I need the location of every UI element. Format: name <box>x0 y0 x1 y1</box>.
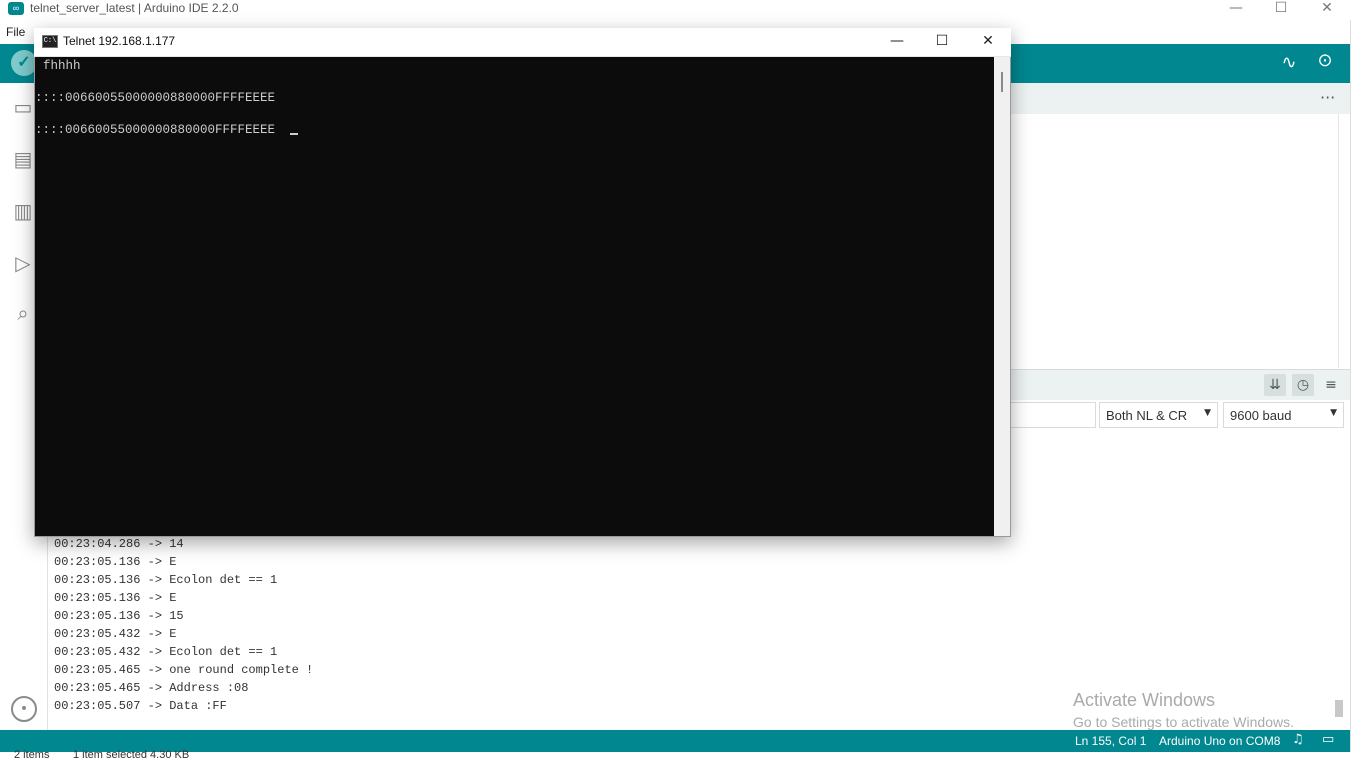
user-icon[interactable]: • <box>11 696 37 722</box>
serial-line: 00:23:05.432 -> Ecolon det == 1 <box>54 645 278 659</box>
library-icon[interactable]: ▥ <box>10 198 36 224</box>
toggle-panel-icon[interactable]: ▭ <box>1322 732 1334 747</box>
maximize-icon[interactable]: ☐ <box>1258 0 1304 20</box>
bell-icon[interactable]: ♫ <box>1292 732 1304 747</box>
line-ending-select[interactable]: Both NL & CR ▼ <box>1099 402 1218 428</box>
console-line: fhhhh <box>43 59 81 73</box>
close-icon[interactable]: ✕ <box>1304 0 1350 20</box>
statusbar <box>0 730 1350 752</box>
serial-line: 00:23:05.136 -> E <box>54 555 177 569</box>
telnet-window-title: Telnet 192.168.1.177 <box>63 34 176 48</box>
ide-window-title: telnet_server_latest | Arduino IDE 2.2.0 <box>30 1 239 15</box>
explorer-item-count: 2 items <box>14 749 50 761</box>
serial-message-input[interactable] <box>1010 402 1096 428</box>
serial-line: 00:23:05.432 -> E <box>54 627 177 641</box>
serial-line: 00:23:04.286 -> 14 <box>54 537 184 551</box>
window-edge <box>1350 20 1366 752</box>
maximize-icon[interactable]: ☐ <box>919 29 965 56</box>
chevron-down-icon: ▼ <box>1204 408 1211 418</box>
more-actions-icon[interactable]: ··· <box>1320 88 1335 107</box>
search-icon[interactable]: ⌕ <box>10 300 36 326</box>
activate-windows-subtitle: Go to Settings to activate Windows. <box>1073 714 1294 730</box>
telnet-scrollbar[interactable] <box>994 57 1010 536</box>
board-port[interactable]: Arduino Uno on COM8 <box>1159 734 1280 748</box>
folder-icon[interactable]: ▭ <box>10 94 36 120</box>
serial-line: 00:23:05.507 -> Data :FF <box>54 699 227 713</box>
serial-line: 00:23:05.136 -> 15 <box>54 609 184 623</box>
console-line: ::::00660055000000880000FFFFEEEE <box>35 123 276 137</box>
console-line: ::::00660055000000880000FFFFEEEE <box>35 91 276 105</box>
close-icon[interactable]: ✕ <box>965 29 1011 56</box>
serial-line: 00:23:05.465 -> Address :08 <box>54 681 249 695</box>
debug-icon[interactable]: ▷ <box>10 250 36 276</box>
explorer-selection: 1 item selected 4.30 KB <box>73 749 190 761</box>
timestamp-icon[interactable]: ◷ <box>1292 374 1314 396</box>
telnet-titlebar[interactable] <box>34 28 1011 57</box>
console-icon: C:\ <box>42 35 58 48</box>
board-manager-icon[interactable]: ▤ <box>10 146 36 172</box>
serial-scrollbar-thumb[interactable] <box>1335 700 1343 717</box>
explorer-status-bar <box>0 752 1366 768</box>
serial-monitor-icon[interactable]: ⊙ <box>1311 50 1339 74</box>
minimize-icon[interactable]: — <box>1213 0 1259 20</box>
serial-line: 00:23:05.465 -> one round complete ! <box>54 663 314 677</box>
line-ending-value: Both NL & CR <box>1106 408 1188 423</box>
serial-plotter-icon[interactable]: ∿ <box>1278 52 1300 74</box>
serial-line: 00:23:05.136 -> E <box>54 591 177 605</box>
minimize-icon[interactable]: — <box>874 29 920 56</box>
menu-file[interactable]: File <box>6 25 25 39</box>
clear-output-icon[interactable]: ≡ <box>1320 374 1342 396</box>
chevron-down-icon: ▼ <box>1330 408 1337 418</box>
cursor-position[interactable]: Ln 155, Col 1 <box>1075 734 1146 748</box>
arduino-logo-icon: ∞ <box>8 2 24 15</box>
serial-line: 00:23:05.136 -> Ecolon det == 1 <box>54 573 278 587</box>
baud-rate-select[interactable]: 9600 baud ▼ <box>1223 402 1344 428</box>
autoscroll-icon[interactable]: ⇊ <box>1264 374 1286 396</box>
text-cursor <box>290 133 298 135</box>
telnet-scrollbar-thumb[interactable] <box>1001 72 1003 92</box>
editor-scrollbar[interactable] <box>1338 114 1350 368</box>
baud-rate-value: 9600 baud <box>1230 408 1292 423</box>
activate-windows-title: Activate Windows <box>1073 690 1216 710</box>
